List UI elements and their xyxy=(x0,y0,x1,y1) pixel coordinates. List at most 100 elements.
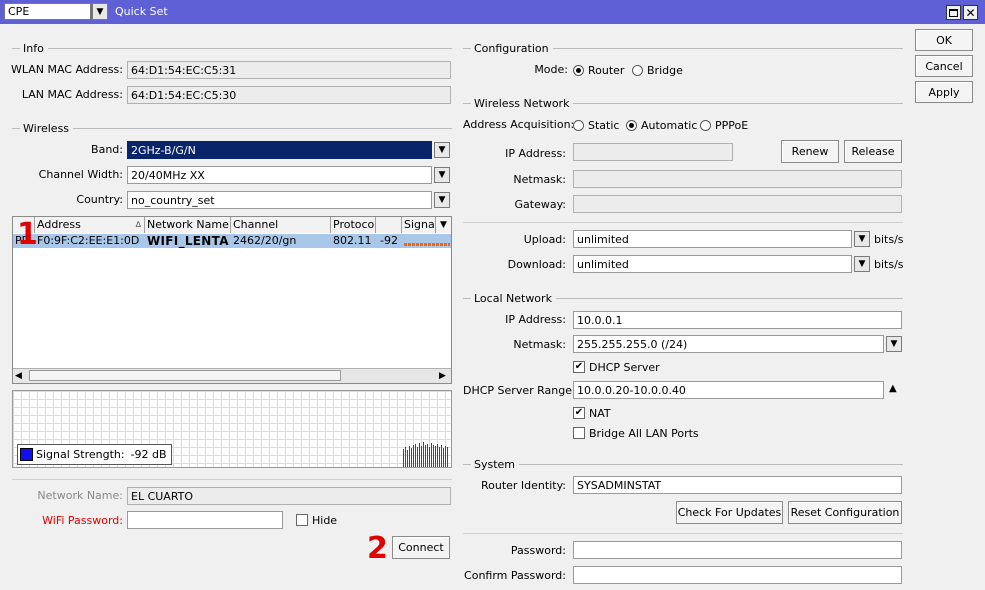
close-icon[interactable]: ✕ xyxy=(963,5,978,20)
upload-label: Upload: xyxy=(523,233,566,246)
lan-netmask-dropdown-icon[interactable]: ▼ xyxy=(886,336,902,352)
mode-select[interactable]: CPE xyxy=(4,3,91,20)
row-protocol: 802.11 xyxy=(333,234,372,247)
channel-width-select[interactable]: 20/40MHz XX xyxy=(127,166,432,184)
band-select[interactable]: 2GHz-B/G/N xyxy=(127,141,432,159)
row-network-name: WIFI_LENTA xyxy=(147,234,229,248)
lan-netmask-label: Netmask: xyxy=(513,338,566,351)
dhcp-server-checkbox[interactable]: ✔ DHCP Server xyxy=(573,358,660,376)
table-horizontal-scrollbar[interactable]: ◀ ▶ xyxy=(13,368,451,383)
annotation-marker-2: 2 xyxy=(367,531,388,566)
upload-select[interactable]: unlimited xyxy=(573,230,852,248)
col-signal[interactable]: Signal S xyxy=(402,217,436,233)
row-signal-value: -92 xyxy=(380,234,398,247)
dhcp-server-label: DHCP Server xyxy=(589,360,660,374)
channel-width-dropdown-icon[interactable]: ▼ xyxy=(434,167,450,183)
apply-button[interactable]: Apply xyxy=(915,81,973,103)
download-label: Download: xyxy=(507,258,566,271)
row-channel: 2462/20/gn xyxy=(233,234,297,247)
country-select[interactable]: no_country_set xyxy=(127,191,432,209)
hide-checkbox[interactable]: Hide xyxy=(296,511,337,529)
wan-gateway-label: Gateway: xyxy=(514,198,567,211)
connect-divider xyxy=(12,479,452,480)
signal-graph: Signal Strength: -92 dB xyxy=(12,390,452,468)
address-acquisition-label: Address Acquisition: xyxy=(463,118,575,131)
wireless-network-section-header: Wireless Network xyxy=(463,96,903,110)
col-signal-value[interactable] xyxy=(376,217,402,233)
annotation-marker-1: 1 xyxy=(17,217,38,252)
hide-checkbox-box[interactable] xyxy=(296,514,308,526)
wireless-section-header: Wireless xyxy=(12,121,452,135)
country-dropdown-icon[interactable]: ▼ xyxy=(434,192,450,208)
acq-automatic-label: Automatic xyxy=(641,118,698,132)
signal-legend-swatch xyxy=(20,448,33,461)
dhcp-range-input[interactable]: 10.0.0.20-10.0.0.40 xyxy=(573,381,884,399)
check-for-updates-button[interactable]: Check For Updates xyxy=(676,501,783,524)
nat-checkbox[interactable]: ✔ NAT xyxy=(573,404,611,422)
wlan-mac-field: 64:D1:54:EC:C5:31 xyxy=(127,61,451,79)
acq-static-radio-dot[interactable] xyxy=(573,119,584,131)
columns-menu-icon[interactable]: ▼ xyxy=(436,217,451,233)
table-row[interactable]: PR F0:9F:C2:EE:E1:0D WIFI_LENTA 2462/20/… xyxy=(13,234,451,248)
mode-label: Mode: xyxy=(534,63,568,76)
router-identity-input[interactable]: SYSADMINSTAT xyxy=(573,476,902,494)
maximize-icon[interactable] xyxy=(946,5,961,20)
dhcp-range-collapse-icon[interactable]: ▲ xyxy=(889,383,897,394)
scroll-right-icon[interactable]: ▶ xyxy=(439,371,446,381)
acq-automatic-radio-dot[interactable] xyxy=(626,119,637,131)
col-network-name[interactable]: Network Name xyxy=(145,217,231,233)
mode-router-radio-dot[interactable] xyxy=(573,64,584,76)
upload-unit: bits/s xyxy=(874,233,904,246)
renew-button[interactable]: Renew xyxy=(781,140,839,163)
acq-pppoe-radio-dot[interactable] xyxy=(700,119,711,131)
lan-ip-input[interactable]: 10.0.0.1 xyxy=(573,311,902,329)
bridge-all-lan-check-box[interactable] xyxy=(573,427,585,439)
mode-select-dropdown-icon[interactable]: ▼ xyxy=(92,3,108,20)
mode-router-label: Router xyxy=(588,63,625,77)
connect-button[interactable]: Connect xyxy=(392,536,450,559)
sort-asc-icon: ∆ xyxy=(135,220,141,229)
confirm-password-input[interactable] xyxy=(573,566,902,584)
mode-select-value: CPE xyxy=(8,5,30,18)
wan-ip-field xyxy=(573,143,733,161)
acq-pppoe-radio[interactable]: PPPoE xyxy=(700,116,748,134)
wan-ip-label: IP Address: xyxy=(505,147,566,160)
ok-button[interactable]: OK xyxy=(915,29,973,51)
mode-bridge-radio[interactable]: Bridge xyxy=(632,61,683,79)
mode-router-radio[interactable]: Router xyxy=(573,61,624,79)
wifi-password-label: WiFi Password: xyxy=(42,514,123,527)
mode-bridge-radio-dot[interactable] xyxy=(632,64,643,76)
dhcp-server-check-icon[interactable]: ✔ xyxy=(573,361,585,373)
nat-check-icon[interactable]: ✔ xyxy=(573,407,585,419)
scan-table-header: Address ∆ Network Name Channel Protocol S… xyxy=(13,217,451,233)
scrollbar-thumb[interactable] xyxy=(29,370,341,381)
band-dropdown-icon[interactable]: ▼ xyxy=(434,142,450,158)
download-dropdown-icon[interactable]: ▼ xyxy=(854,256,870,272)
dhcp-range-label: DHCP Server Range: xyxy=(463,384,576,397)
lan-ip-label: IP Address: xyxy=(505,313,566,326)
cancel-button[interactable]: Cancel xyxy=(915,55,973,77)
channel-width-label: Channel Width: xyxy=(38,168,123,181)
confirm-password-label: Confirm Password: xyxy=(464,569,566,582)
wan-gateway-field xyxy=(573,195,902,213)
network-name-field: EL CUARTO xyxy=(127,487,451,505)
country-label: Country: xyxy=(76,193,123,206)
download-select[interactable]: unlimited xyxy=(573,255,852,273)
acq-automatic-radio[interactable]: Automatic xyxy=(626,116,697,134)
col-channel[interactable]: Channel xyxy=(231,217,331,233)
lan-netmask-select[interactable]: 255.255.255.0 (/24) xyxy=(573,335,884,353)
col-address[interactable]: Address ∆ xyxy=(35,217,145,233)
scroll-left-icon[interactable]: ◀ xyxy=(15,371,22,381)
release-button[interactable]: Release xyxy=(844,140,902,163)
bridge-all-lan-checkbox[interactable]: Bridge All LAN Ports xyxy=(573,424,699,442)
acq-static-radio[interactable]: Static xyxy=(573,116,619,134)
lan-mac-label: LAN MAC Address: xyxy=(21,88,123,101)
wifi-password-input[interactable] xyxy=(127,511,283,529)
signal-history-bars xyxy=(403,442,448,467)
configuration-section-title: Configuration xyxy=(474,41,549,55)
password-input[interactable] xyxy=(573,541,902,559)
upload-dropdown-icon[interactable]: ▼ xyxy=(854,231,870,247)
reset-configuration-button[interactable]: Reset Configuration xyxy=(788,501,902,524)
col-protocol[interactable]: Protocol xyxy=(331,217,376,233)
scan-table: Address ∆ Network Name Channel Protocol S… xyxy=(12,216,452,384)
